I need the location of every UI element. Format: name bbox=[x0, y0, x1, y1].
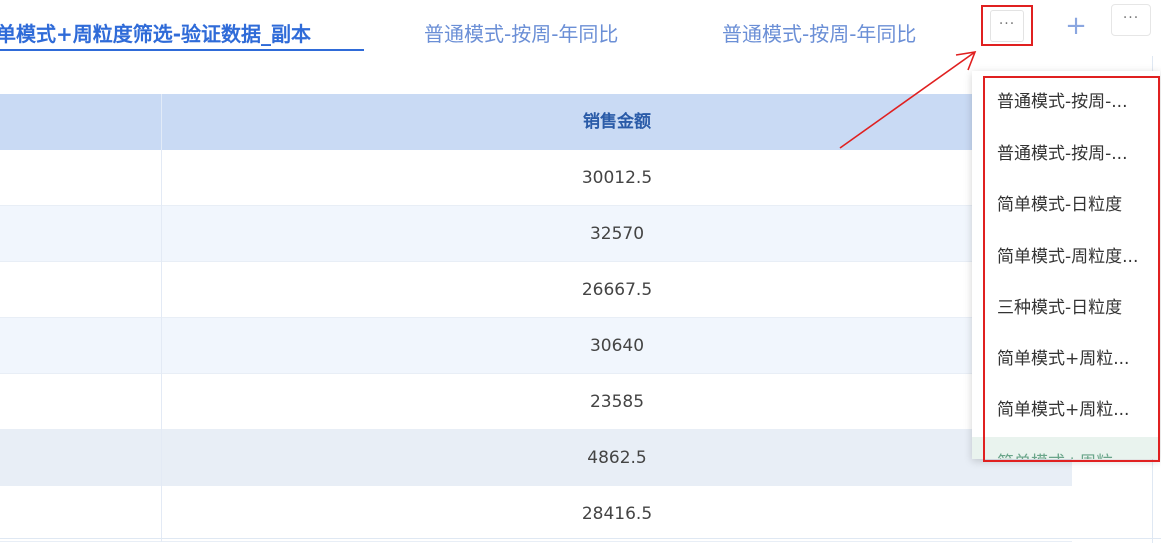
tab-bar: 单模式+周粒度筛选-验证数据_副本 普通模式-按周-年同比 普通模式-按周-年同… bbox=[0, 0, 1161, 70]
table-cell-dimension bbox=[0, 262, 162, 318]
ellipsis-icon: ··· bbox=[1122, 10, 1140, 26]
table-cell-sales: 28416.5 bbox=[581, 504, 653, 524]
active-tab-underline bbox=[0, 49, 364, 51]
tab-weekly-yoy-1[interactable]: 普通模式-按周-年同比 bbox=[424, 18, 618, 47]
table-cell-sales: 4862.5 bbox=[587, 448, 647, 468]
panel-border-bottom bbox=[0, 538, 1161, 543]
table-cell-dimension bbox=[0, 374, 162, 430]
table-cell-dimension bbox=[0, 486, 162, 542]
table-header: 销售金额 bbox=[0, 94, 1072, 150]
table-row: 30012.5 bbox=[0, 150, 1072, 206]
table-cell-dimension bbox=[0, 430, 162, 486]
annotation-box-more-button bbox=[981, 5, 1033, 46]
more-options-button[interactable]: ··· bbox=[1111, 4, 1151, 36]
table-row: 32570 bbox=[0, 206, 1072, 262]
table-cell-sales: 30640 bbox=[589, 336, 645, 356]
tab-weekly-yoy-2[interactable]: 普通模式-按周-年同比 bbox=[722, 18, 916, 47]
table-row: 23585 bbox=[0, 374, 1072, 430]
table-row: 4862.5 bbox=[0, 430, 1072, 486]
annotation-box-menu bbox=[983, 76, 1160, 462]
table-cell-sales: 30012.5 bbox=[581, 168, 653, 188]
table-row: 30640 bbox=[0, 318, 1072, 374]
table-cell-sales: 32570 bbox=[589, 224, 645, 244]
tab-active[interactable]: 单模式+周粒度筛选-验证数据_副本 bbox=[0, 18, 311, 47]
table-cell-dimension bbox=[0, 206, 162, 262]
table-row: 26667.5 bbox=[0, 262, 1072, 318]
plus-icon: + bbox=[1065, 11, 1087, 41]
table-cell-dimension bbox=[0, 150, 162, 206]
table-body: 30012.5 32570 26667.5 30640 23585 4862.5… bbox=[0, 150, 1072, 542]
table-cell-sales: 26667.5 bbox=[581, 280, 653, 300]
table-cell-dimension bbox=[0, 318, 162, 374]
add-tab-button[interactable]: + bbox=[1063, 10, 1089, 42]
column-header-sales-amount: 销售金额 bbox=[583, 112, 651, 132]
table-row: 28416.5 bbox=[0, 486, 1072, 542]
table-cell-sales: 23585 bbox=[589, 392, 645, 412]
